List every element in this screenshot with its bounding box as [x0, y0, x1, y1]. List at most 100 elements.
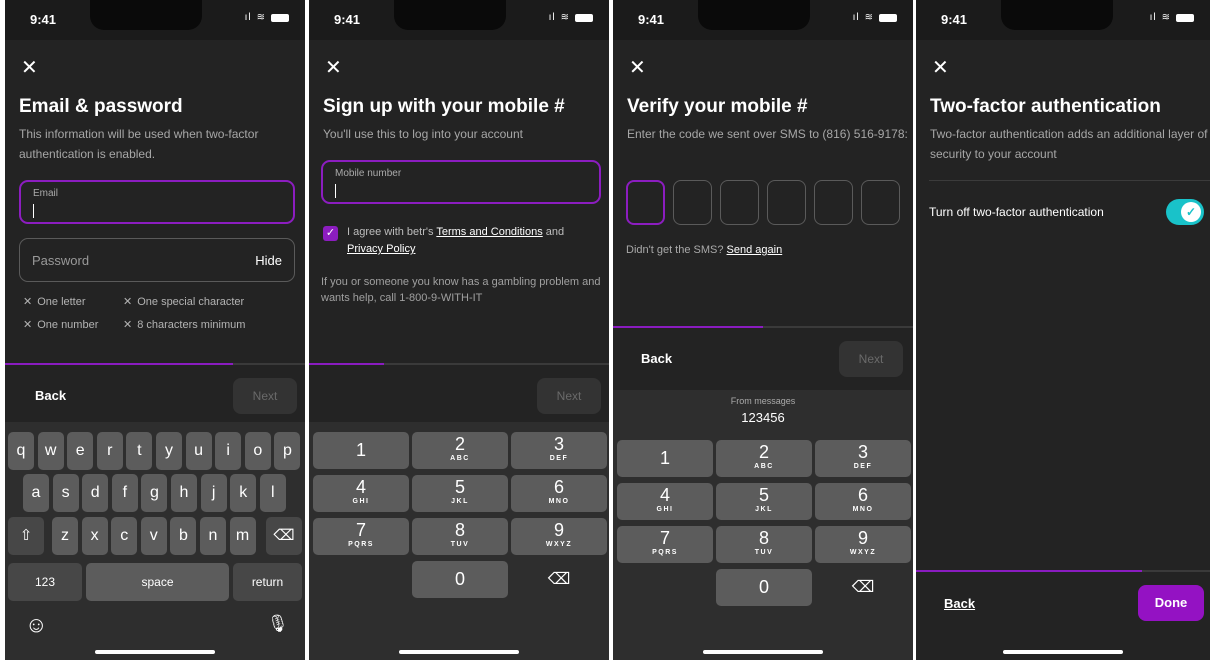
key-p[interactable]: p [274, 432, 301, 470]
numpad-key-9[interactable]: 9 WXYZ [815, 526, 911, 563]
notch [90, 0, 202, 30]
key-c[interactable]: c [111, 517, 138, 555]
key-m[interactable]: m [229, 517, 256, 555]
key-a[interactable]: a [23, 474, 49, 512]
key-j[interactable]: j [200, 474, 227, 512]
numpad-key-8[interactable]: 8 TUV [716, 526, 812, 563]
numpad-key-3[interactable]: 3 DEF [511, 432, 607, 469]
send-again-link[interactable]: Send again [727, 244, 783, 256]
numpad-key-5[interactable]: 5 JKL [412, 475, 508, 512]
mobile-number-field[interactable]: Mobile number [321, 160, 601, 204]
numpad-key-2[interactable]: 2 ABC [716, 440, 812, 477]
key-q[interactable]: q [8, 432, 34, 470]
hide-password-button[interactable]: Hide [255, 253, 282, 268]
next-button[interactable]: Next [233, 378, 297, 414]
two-factor-toggle[interactable]: ✓ [1166, 199, 1204, 225]
space-key[interactable]: space [86, 563, 229, 601]
code-digit-box[interactable] [861, 180, 900, 225]
next-button[interactable]: Next [839, 341, 903, 377]
autofill-suggestion[interactable]: From messages 123456 [613, 390, 913, 430]
numpad-key-4[interactable]: 4 GHI [617, 483, 713, 520]
code-digit-box[interactable] [720, 180, 759, 225]
backspace-key[interactable]: ⌫ [266, 517, 302, 555]
key-n[interactable]: n [200, 517, 226, 555]
numpad-key-7[interactable]: 7 PQRS [313, 518, 409, 555]
key-r[interactable]: r [96, 432, 123, 470]
status-time: 9:41 [30, 12, 57, 27]
code-digit-box[interactable] [673, 180, 712, 225]
back-button[interactable]: Back [641, 351, 672, 366]
numpad-key-1[interactable]: 1 [313, 432, 409, 469]
key-o[interactable]: o [244, 432, 271, 470]
numpad-key-7[interactable]: 7 PQRS [617, 526, 713, 563]
next-button[interactable]: Next [537, 378, 601, 414]
back-button[interactable]: Back [35, 388, 66, 403]
key-x[interactable]: x [81, 517, 108, 555]
key-z[interactable]: z [52, 517, 78, 555]
numpad-key-9[interactable]: 9 WXYZ [511, 518, 607, 555]
digit: 1 [659, 448, 670, 468]
email-field[interactable]: Email [19, 180, 295, 224]
wifi-icon: ≋ [1161, 12, 1171, 23]
key-g[interactable]: g [141, 474, 168, 512]
code-digit-box[interactable] [626, 180, 665, 225]
x-icon: ✕ [23, 296, 33, 308]
digit: 4 [659, 485, 670, 505]
numpad-key-4[interactable]: 4 GHI [313, 475, 409, 512]
numpad-key-0[interactable]: 0 [716, 569, 812, 606]
numpad-key-2[interactable]: 2 ABC [412, 432, 508, 469]
digit: 5 [454, 477, 465, 497]
back-button[interactable]: Back [944, 596, 975, 611]
microphone-icon[interactable]: 🎙 [267, 614, 289, 634]
digit: 0 [454, 569, 465, 589]
key-v[interactable]: v [140, 517, 167, 555]
password-placeholder: Password [32, 253, 90, 268]
key-b[interactable]: b [170, 517, 197, 555]
done-button[interactable]: Done [1138, 585, 1204, 621]
numpad-key-8[interactable]: 8 TUV [412, 518, 508, 555]
key-i[interactable]: i [215, 432, 242, 470]
close-icon[interactable]: ✕ [932, 58, 949, 78]
key-u[interactable]: u [185, 432, 212, 470]
key-f[interactable]: f [111, 474, 138, 512]
key-t[interactable]: t [126, 432, 153, 470]
suggestion-label: From messages [730, 396, 796, 406]
privacy-link[interactable]: Privacy Policy [347, 243, 415, 255]
code-digit-box[interactable] [814, 180, 853, 225]
key-h[interactable]: h [171, 474, 197, 512]
requirement-item: ✕ One number [23, 319, 99, 331]
numpad-key-3[interactable]: 3 DEF [815, 440, 911, 477]
shift-key[interactable]: ⇧ [8, 517, 44, 555]
close-icon[interactable]: ✕ [21, 58, 38, 78]
numbers-key[interactable]: 123 [8, 563, 82, 601]
numpad-key-0[interactable]: 0 [412, 561, 508, 598]
key-d[interactable]: d [82, 474, 109, 512]
digit: 7 [355, 520, 366, 540]
close-icon[interactable]: ✕ [629, 58, 646, 78]
page-title: Verify your mobile # [627, 96, 808, 117]
key-y[interactable]: y [156, 432, 182, 470]
close-icon[interactable]: ✕ [325, 58, 342, 78]
password-field[interactable]: Password Hide [19, 238, 295, 282]
code-digit-box[interactable] [767, 180, 806, 225]
digit: 8 [454, 520, 465, 540]
delete-icon[interactable]: ⌫ [815, 577, 911, 597]
status-icons: ıl ≋ [549, 12, 593, 23]
key-s[interactable]: s [52, 474, 79, 512]
terms-link[interactable]: Terms and Conditions [436, 226, 542, 238]
return-key[interactable]: return [233, 563, 302, 601]
emoji-icon[interactable]: ☺ [25, 612, 47, 638]
key-e[interactable]: e [67, 432, 94, 470]
delete-icon[interactable]: ⌫ [511, 569, 607, 589]
numpad-key-5[interactable]: 5 JKL [716, 483, 812, 520]
gambling-notice: If you or someone you know has a gamblin… [321, 276, 601, 304]
numeric-keypad: 1 2 ABC 3 DEF 4 GHI 5 JKL 6 MNO 7 PQRS 8 TUV 9 WXYZ 0 ⌫ [613, 430, 913, 660]
numpad-key-1[interactable]: 1 [617, 440, 713, 477]
numpad-key-6[interactable]: 6 MNO [815, 483, 911, 520]
numpad-key-6[interactable]: 6 MNO [511, 475, 607, 512]
terms-checkbox[interactable]: ✓ [323, 226, 338, 241]
key-w[interactable]: w [37, 432, 64, 470]
key-k[interactable]: k [230, 474, 257, 512]
key-l[interactable]: l [259, 474, 286, 512]
battery-icon [271, 13, 289, 22]
